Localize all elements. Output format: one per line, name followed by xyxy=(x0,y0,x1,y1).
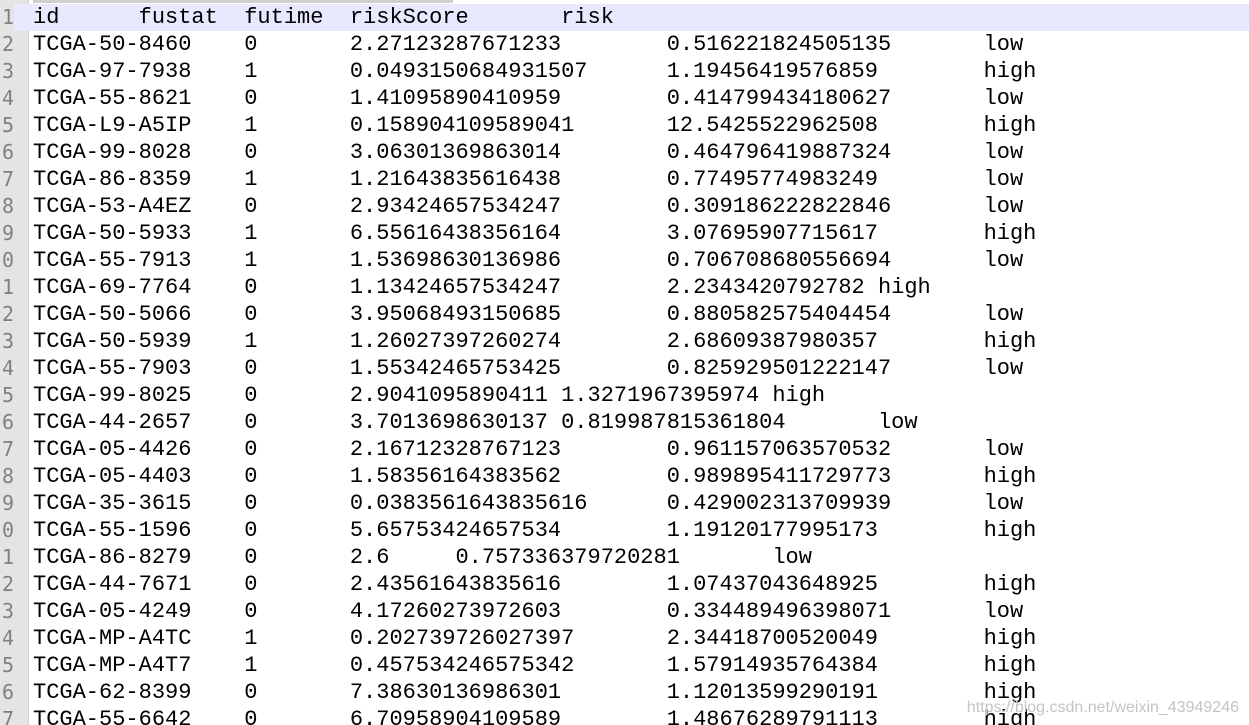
text-line[interactable]: 1 TCGA-69-7764 0 1.13424657534247 2.23434… xyxy=(0,274,1249,301)
line-text[interactable]: id fustat futime riskScore risk xyxy=(33,4,614,31)
line-number: 1 xyxy=(1,275,14,299)
line-number: 6 xyxy=(1,410,14,434)
line-text[interactable]: TCGA-05-4403 0 1.58356164383562 0.989895… xyxy=(33,463,1036,490)
text-line[interactable]: 4 TCGA-MP-A4TC 1 0.202739726027397 2.3441… xyxy=(0,625,1249,652)
line-number: 7 xyxy=(1,167,14,191)
line-number: 1 xyxy=(1,545,14,569)
text-line[interactable]: 8 TCGA-05-4403 0 1.58356164383562 0.98989… xyxy=(0,463,1249,490)
line-text[interactable]: TCGA-50-5933 1 6.55616438356164 3.076959… xyxy=(33,220,1036,247)
line-text[interactable]: TCGA-05-4426 0 2.16712328767123 0.961157… xyxy=(33,436,1023,463)
line-number: 2 xyxy=(1,302,14,326)
line-text[interactable]: TCGA-86-8279 0 2.6 0.757336379720281 low xyxy=(33,544,812,571)
line-text[interactable]: TCGA-55-7903 0 1.55342465753425 0.825929… xyxy=(33,355,1023,382)
text-line[interactable]: 2 TCGA-50-8460 0 2.27123287671233 0.51622… xyxy=(0,31,1249,58)
line-text[interactable]: TCGA-L9-A5IP 1 0.158904109589041 12.5425… xyxy=(33,112,1036,139)
text-line[interactable]: 3 TCGA-97-7938 1 0.0493150684931507 1.194… xyxy=(0,58,1249,85)
line-number: 5 xyxy=(1,383,14,407)
text-line[interactable]: 0 TCGA-55-1596 0 5.65753424657534 1.19120… xyxy=(0,517,1249,544)
text-line[interactable]: 8 TCGA-53-A4EZ 0 2.93424657534247 0.30918… xyxy=(0,193,1249,220)
line-text[interactable]: TCGA-50-5939 1 1.26027397260274 2.686093… xyxy=(33,328,1036,355)
watermark: https://blog.csdn.net/weixin_43949246 xyxy=(966,699,1239,716)
line-number: 2 xyxy=(1,572,14,596)
line-number: 4 xyxy=(1,86,14,110)
line-text[interactable]: TCGA-50-8460 0 2.27123287671233 0.516221… xyxy=(33,31,1023,58)
line-text[interactable]: TCGA-86-8359 1 1.21643835616438 0.774957… xyxy=(33,166,1023,193)
text-line[interactable]: 7 TCGA-05-4426 0 2.16712328767123 0.96115… xyxy=(0,436,1249,463)
text-line[interactable]: 3 TCGA-05-4249 0 4.17260273972603 0.33448… xyxy=(0,598,1249,625)
line-number: 4 xyxy=(1,356,14,380)
text-line[interactable]: 0 TCGA-55-7913 1 1.53698630136986 0.70670… xyxy=(0,247,1249,274)
line-text[interactable]: TCGA-MP-A4TC 1 0.202739726027397 2.34418… xyxy=(33,625,1036,652)
line-number: 7 xyxy=(1,707,14,725)
text-editor[interactable]: 1 id fustat futime riskScore risk 2 TCGA-50… xyxy=(0,0,1249,725)
line-text[interactable]: TCGA-55-1596 0 5.65753424657534 1.191201… xyxy=(33,517,1036,544)
line-number: 8 xyxy=(1,464,14,488)
text-line[interactable]: 1 TCGA-86-8279 0 2.6 0.757336379720281 lo… xyxy=(0,544,1249,571)
line-text[interactable]: TCGA-55-6642 0 6.70958904109589 1.486762… xyxy=(33,706,1036,725)
line-number: 1 xyxy=(0,4,14,31)
line-number: 4 xyxy=(1,626,14,650)
line-number: 9 xyxy=(1,491,14,515)
text-line[interactable]: 5 TCGA-MP-A4T7 1 0.457534246575342 1.5791… xyxy=(0,652,1249,679)
line-text[interactable]: TCGA-35-3615 0 0.0383561643835616 0.4290… xyxy=(33,490,1023,517)
text-area[interactable]: 1 id fustat futime riskScore risk 2 TCGA-50… xyxy=(0,4,1249,725)
tab-bar-edge xyxy=(0,0,1249,3)
line-text[interactable]: TCGA-53-A4EZ 0 2.93424657534247 0.309186… xyxy=(33,193,1023,220)
line-text[interactable]: TCGA-44-7671 0 2.43561643835616 1.074370… xyxy=(33,571,1036,598)
line-number: 5 xyxy=(1,653,14,677)
line-text[interactable]: TCGA-55-7913 1 1.53698630136986 0.706708… xyxy=(33,247,1023,274)
line-text[interactable]: TCGA-05-4249 0 4.17260273972603 0.334489… xyxy=(33,598,1023,625)
line-number: 2 xyxy=(1,32,14,56)
line-number: 3 xyxy=(1,329,14,353)
text-line[interactable]: 2 TCGA-50-5066 0 3.95068493150685 0.88058… xyxy=(0,301,1249,328)
text-line[interactable]: 5 TCGA-99-8025 0 2.9041095890411 1.327196… xyxy=(0,382,1249,409)
text-line[interactable]: 5 TCGA-L9-A5IP 1 0.158904109589041 12.542… xyxy=(0,112,1249,139)
line-text[interactable]: TCGA-97-7938 1 0.0493150684931507 1.1945… xyxy=(33,58,1036,85)
text-line[interactable]: 9 TCGA-35-3615 0 0.0383561643835616 0.429… xyxy=(0,490,1249,517)
text-line[interactable]: 6 TCGA-44-2657 0 3.7013698630137 0.819987… xyxy=(0,409,1249,436)
line-number: 6 xyxy=(1,140,14,164)
line-text[interactable]: TCGA-44-2657 0 3.7013698630137 0.8199878… xyxy=(33,409,918,436)
text-line[interactable]: 4 TCGA-55-8621 0 1.41095890410959 0.41479… xyxy=(0,85,1249,112)
text-line[interactable]: 7 TCGA-86-8359 1 1.21643835616438 0.77495… xyxy=(0,166,1249,193)
line-text[interactable]: TCGA-99-8028 0 3.06301369863014 0.464796… xyxy=(33,139,1023,166)
text-line[interactable]: 9 TCGA-50-5933 1 6.55616438356164 3.07695… xyxy=(0,220,1249,247)
text-line[interactable]: 2 TCGA-44-7671 0 2.43561643835616 1.07437… xyxy=(0,571,1249,598)
line-text[interactable]: TCGA-55-8621 0 1.41095890410959 0.414799… xyxy=(33,85,1023,112)
text-line[interactable]: 6 TCGA-99-8028 0 3.06301369863014 0.46479… xyxy=(0,139,1249,166)
line-number: 9 xyxy=(1,221,14,245)
line-number: 6 xyxy=(1,680,14,704)
line-text[interactable]: TCGA-99-8025 0 2.9041095890411 1.3271967… xyxy=(33,382,825,409)
text-line[interactable]: 3 TCGA-50-5939 1 1.26027397260274 2.68609… xyxy=(0,328,1249,355)
line-number: 3 xyxy=(1,59,14,83)
line-number: 3 xyxy=(1,599,14,623)
tab-strip xyxy=(33,0,453,3)
line-number: 5 xyxy=(1,113,14,137)
line-number: 8 xyxy=(1,194,14,218)
line-number: 0 xyxy=(1,518,14,542)
line-number: 7 xyxy=(1,437,14,461)
text-line[interactable]: 4 TCGA-55-7903 0 1.55342465753425 0.82592… xyxy=(0,355,1249,382)
line-text[interactable]: TCGA-62-8399 0 7.38630136986301 1.120135… xyxy=(33,679,1036,706)
line-text[interactable]: TCGA-50-5066 0 3.95068493150685 0.880582… xyxy=(33,301,1023,328)
line-text[interactable]: TCGA-69-7764 0 1.13424657534247 2.234342… xyxy=(33,274,931,301)
line-number: 0 xyxy=(1,248,14,272)
current-line[interactable]: 1 id fustat futime riskScore risk xyxy=(0,4,1249,31)
line-text[interactable]: TCGA-MP-A4T7 1 0.457534246575342 1.57914… xyxy=(33,652,1036,679)
